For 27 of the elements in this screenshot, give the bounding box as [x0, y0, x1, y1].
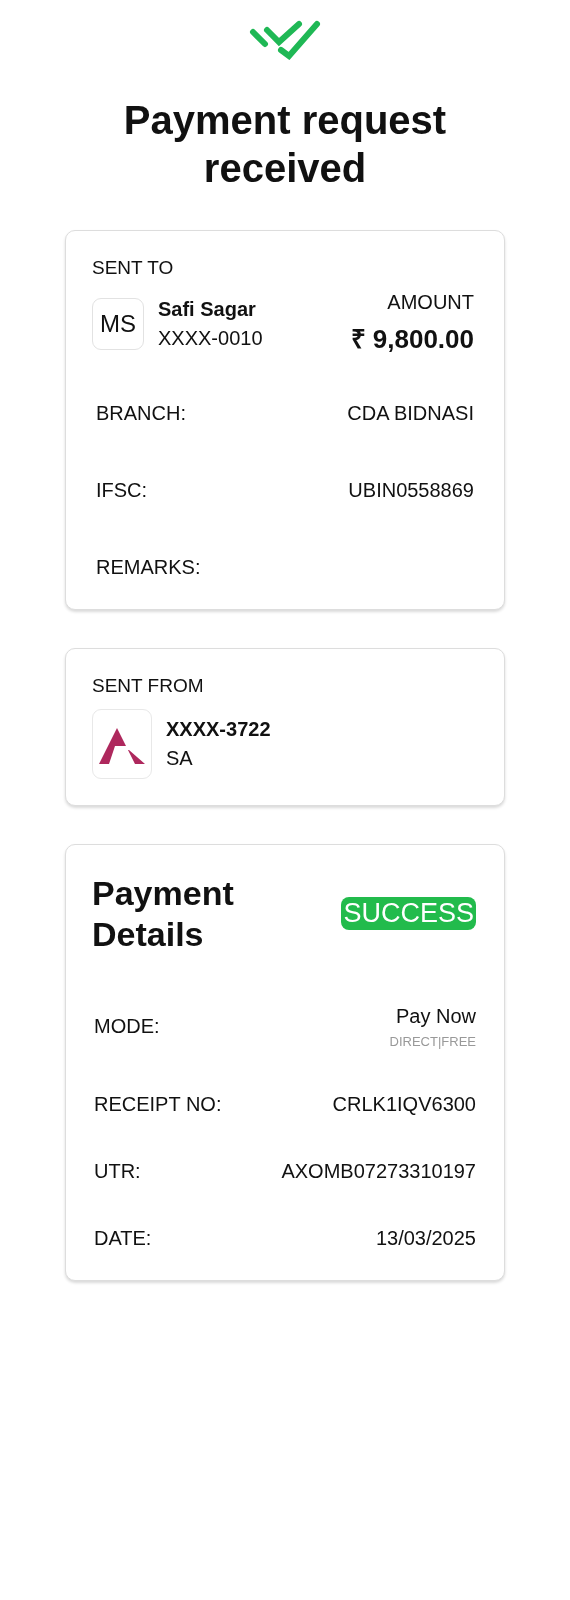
account-holder: SA — [166, 747, 194, 770]
detail-value: CRLK1IQV6300 — [332, 1092, 476, 1116]
detail-value: AXOMB07273310197 — [281, 1159, 476, 1183]
section-label: SENT TO — [92, 257, 175, 279]
detail-label: REMARKS: — [96, 556, 201, 579]
status-badge: SUCCESS — [341, 897, 476, 931]
amount-label: AMOUNT — [387, 291, 474, 314]
account-number: XXXX-3722 — [166, 718, 271, 741]
initials-avatar: MS — [92, 297, 144, 350]
detail-value: UBIN0558869 — [348, 479, 474, 502]
account-number: XXXX-0010 — [158, 326, 263, 350]
recipient-name: Safi Sagar — [158, 297, 257, 321]
detail-label: IFSC: — [96, 479, 148, 502]
section-label: SENT FROM — [92, 675, 205, 697]
detail-value: 13/03/2025 — [375, 1226, 476, 1250]
detail-label: MODE: — [94, 1015, 160, 1039]
detail-value: Pay Now — [395, 1004, 476, 1028]
amount-value: ₹ 9,800.00 — [350, 323, 474, 356]
double-check-icon — [249, 18, 321, 60]
page-title: Payment request received — [122, 97, 448, 192]
detail-label: UTR: — [94, 1159, 141, 1183]
detail-label: DATE: — [94, 1226, 152, 1250]
detail-label: RECEIPT NO: — [94, 1092, 222, 1116]
section-title: Payment Details — [92, 873, 235, 955]
detail-label: BRANCH: — [96, 402, 186, 425]
detail-value: CDA BIDNASI — [347, 402, 474, 425]
mode-note: DIRECT|FREE — [389, 1033, 476, 1049]
